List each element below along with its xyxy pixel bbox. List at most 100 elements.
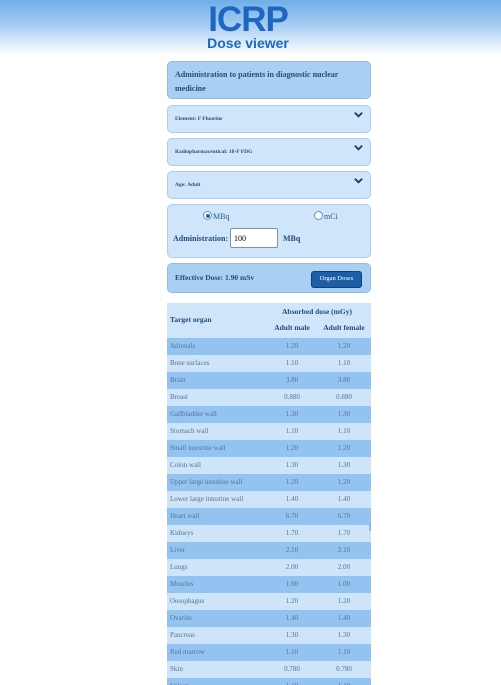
- male-dose: 1.30: [285, 461, 299, 469]
- table-row: Colon wall 1.30 1.30: [167, 457, 371, 474]
- icrp-logo: ICRP Dose viewer: [202, 2, 294, 52]
- male-dose: 2.00: [285, 563, 299, 571]
- female-dose: 1.40: [337, 495, 351, 503]
- table-row: Adrenals 1.20 1.20: [167, 338, 371, 355]
- male-dose: 1.20: [285, 478, 299, 486]
- female-dose: 1.30: [337, 410, 351, 418]
- female-dose: 1.10: [337, 359, 351, 367]
- organ-name: Breast: [170, 393, 188, 401]
- page-title-panel: Administration to patients in diagnostic…: [167, 61, 371, 99]
- chevron-down-icon: [354, 145, 363, 151]
- organ-name: Liver: [170, 546, 186, 554]
- male-dose: 1.30: [285, 631, 299, 639]
- unit-radio-mci[interactable]: mCi: [314, 211, 338, 223]
- female-dose: 0.780: [336, 665, 352, 673]
- organ-name: Colon wall: [170, 461, 201, 469]
- table-row: Brain 3.80 3.80: [167, 372, 371, 389]
- header-target-organ: Target organ: [170, 315, 212, 324]
- administration-unit: MBq: [283, 234, 301, 243]
- element-select-label: Element: F Fluorine: [175, 116, 223, 122]
- organ-name: Heart wall: [170, 512, 200, 520]
- organ-name: Upper large intestine wall: [170, 478, 243, 486]
- organ-name: Spleen: [170, 678, 189, 685]
- radio-selected-icon[interactable]: [203, 211, 212, 220]
- male-dose: 1.40: [285, 495, 299, 503]
- male-dose: 2.10: [285, 546, 299, 554]
- table-row: Skin 0.780 0.780: [167, 661, 371, 678]
- male-dose: 1.70: [285, 529, 299, 537]
- male-dose: 3.80: [285, 376, 299, 384]
- page-title: Administration to patients in diagnostic…: [175, 70, 339, 93]
- unit-radio-mci-label: mCi: [324, 212, 338, 221]
- table-row: Breast 0.880 0.880: [167, 389, 371, 406]
- organ-dose-table: Target organ Absorbed dose (mGy) Adult m…: [167, 303, 371, 685]
- table-row: Muscles 1.00 1.00: [167, 576, 371, 593]
- male-dose: 1.40: [285, 614, 299, 622]
- administration-panel: MBq mCi Administration: MBq: [167, 204, 371, 258]
- table-row: Stomach wall 1.10 1.10: [167, 423, 371, 440]
- male-dose: 1.20: [285, 444, 299, 452]
- female-dose: 1.10: [337, 648, 351, 656]
- table-row: Heart wall 6.70 6.70: [167, 508, 371, 525]
- table-row: Pancreas 1.30 1.30: [167, 627, 371, 644]
- organ-name: Muscles: [170, 580, 194, 588]
- table-body: Adrenals 1.20 1.20 Bone surfaces 1.10 1.10 Bra…: [167, 338, 371, 685]
- administration-input[interactable]: [230, 228, 278, 248]
- effective-dose-panel: Effective Dose: 1.90 mSv Organ Doses: [167, 263, 371, 293]
- table-row: Spleen 1.101.10: [167, 678, 371, 685]
- female-dose: 1.40: [337, 614, 351, 622]
- age-select[interactable]: Age: Adult: [167, 171, 371, 199]
- female-dose: 3.80: [337, 376, 351, 384]
- organ-name: Kidneys: [170, 529, 194, 537]
- table-row: Liver 2.10 2.10: [167, 542, 371, 559]
- organ-doses-button[interactable]: Organ Doses: [311, 271, 362, 288]
- female-dose: 1.20: [337, 478, 351, 486]
- administration-label: Administration:: [173, 234, 229, 243]
- female-dose: 1.30: [337, 631, 351, 639]
- female-dose: 6.70: [337, 512, 351, 520]
- organ-name: Oesophagus: [170, 597, 205, 605]
- chevron-down-icon: [354, 178, 363, 184]
- table-row: Small intestine wall 1.20 1.20: [167, 440, 371, 457]
- organ-name: Small intestine wall: [170, 444, 226, 452]
- table-row: Bone surfaces 1.10 1.10: [167, 355, 371, 372]
- header-adult-female: Adult female: [323, 323, 365, 332]
- female-dose: 2.10: [337, 546, 351, 554]
- female-dose: 1.20: [337, 597, 351, 605]
- organ-name: Adrenals: [170, 342, 196, 350]
- female-dose: 1.20: [337, 444, 351, 452]
- organ-name: Lower large intestine wall: [170, 495, 244, 503]
- header-absorbed-dose: Absorbed dose (mGy): [281, 307, 352, 316]
- male-dose: 1.10: [285, 427, 299, 435]
- female-dose: 0.880: [336, 393, 352, 401]
- female-dose: 1.20: [337, 342, 351, 350]
- male-dose: 1.30: [285, 410, 299, 418]
- organ-name: Bone surfaces: [170, 359, 210, 367]
- radio-unselected-icon[interactable]: [314, 211, 323, 220]
- chevron-down-icon: [354, 112, 363, 118]
- header-banner: ICRP Dose viewer: [0, 0, 501, 56]
- unit-radio-mbq[interactable]: MBq: [203, 211, 229, 223]
- scrollbar-thumb[interactable]: [369, 523, 371, 531]
- element-select[interactable]: Element: F Fluorine: [167, 105, 371, 133]
- organ-name: Brain: [170, 376, 186, 384]
- app-subtitle: Dose viewer: [207, 35, 289, 51]
- table-row: Kidneys 1.70 1.70: [167, 525, 371, 542]
- table-row: Oesophagus 1.20 1.20: [167, 593, 371, 610]
- table-header: Target organ Absorbed dose (mGy) Adult m…: [167, 303, 371, 338]
- table-row: Lower large intestine wall 1.40 1.40: [167, 491, 371, 508]
- female-dose: 2.00: [337, 563, 351, 571]
- age-select-label: Age: Adult: [175, 182, 201, 188]
- organ-name: Pancreas: [170, 631, 195, 639]
- unit-radio-mbq-label: MBq: [213, 212, 230, 221]
- table-row: Red marrow 1.10 1.10: [167, 644, 371, 661]
- radiopharmaceutical-select-label: Radiopharmaceutical: 18-F FDG: [175, 149, 253, 155]
- female-dose: 1.30: [337, 461, 351, 469]
- male-dose: 6.70: [285, 512, 299, 520]
- male-dose: 0.780: [284, 665, 300, 673]
- radiopharmaceutical-select[interactable]: Radiopharmaceutical: 18-F FDG: [167, 138, 371, 166]
- table-row: Gallbladder wall 1.30 1.30: [167, 406, 371, 423]
- table-row: Lungs 2.00 2.00: [167, 559, 371, 576]
- effective-dose-text: Effective Dose: 1.90 mSv: [175, 273, 255, 282]
- organ-name: Red marrow: [170, 648, 205, 656]
